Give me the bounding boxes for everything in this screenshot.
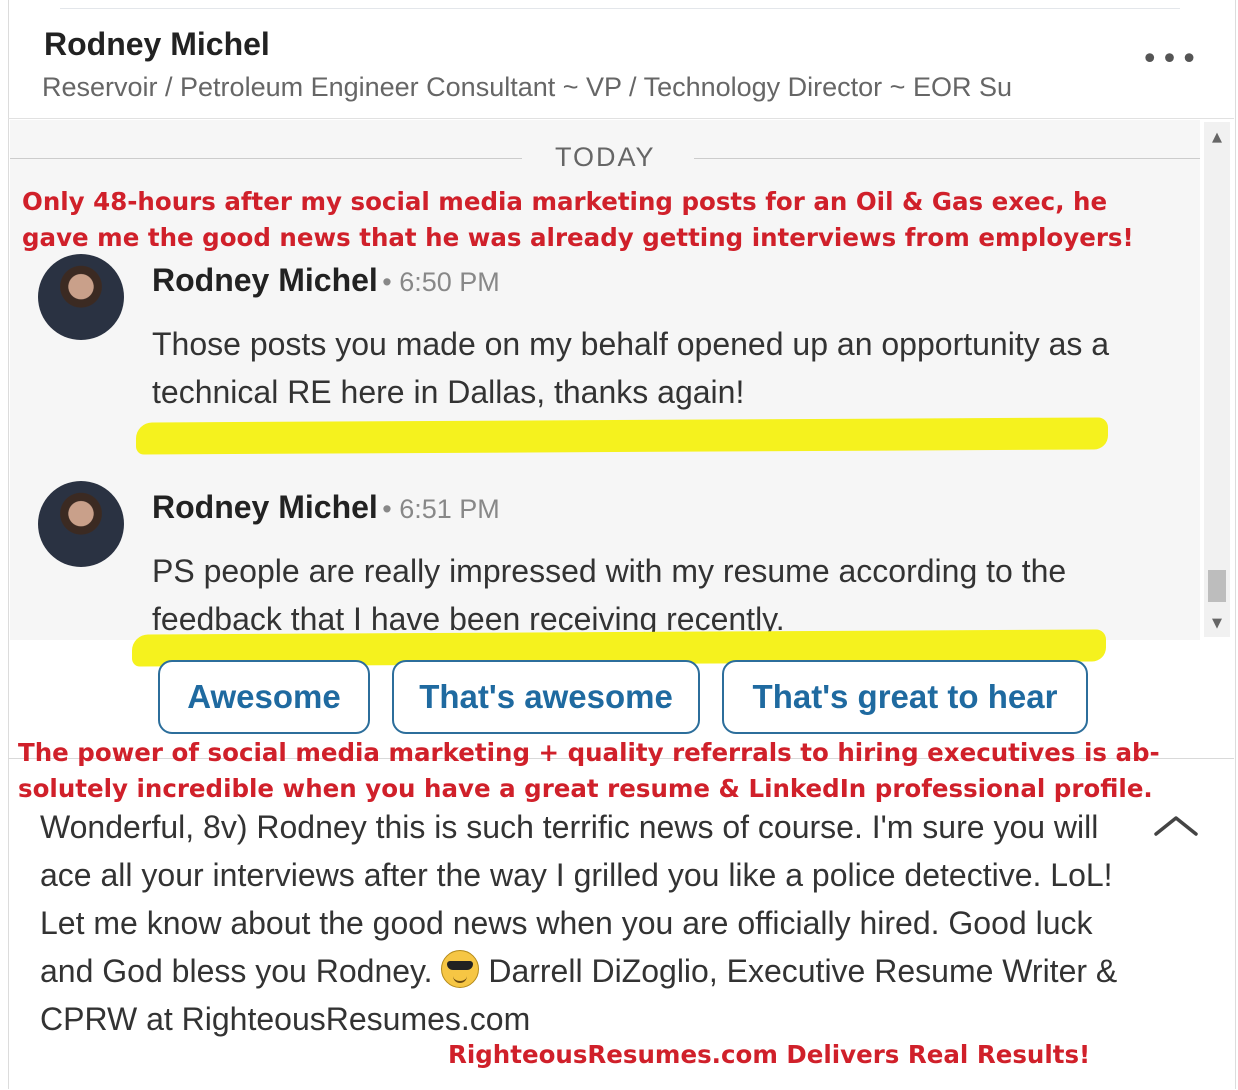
yellow-highlight-stroke — [136, 417, 1108, 455]
divider-line — [694, 158, 1200, 159]
smart-reply-awesome[interactable]: Awesome — [158, 660, 370, 734]
date-divider-label: TODAY — [555, 142, 656, 172]
message-timestamp: • 6:51 PM — [382, 494, 500, 524]
sunglasses-emoji-icon — [441, 950, 480, 988]
ellipsis-icon[interactable]: ••• — [1141, 42, 1200, 77]
smart-reply-thats-awesome[interactable]: That's awesome — [392, 660, 700, 734]
divider-line — [10, 158, 522, 159]
scroll-down-arrow-icon[interactable]: ▼ — [1212, 616, 1222, 631]
annotation-top-line1: Only 48-hours after my social media mark… — [22, 187, 1108, 216]
sender-name[interactable]: Rodney Michel — [152, 262, 378, 298]
scroll-thumb[interactable] — [1208, 570, 1226, 602]
message-text: PS people are really impressed with my r… — [152, 553, 1067, 637]
avatar[interactable] — [38, 254, 124, 340]
scroll-up-arrow-icon[interactable]: ▲ — [1212, 130, 1222, 145]
avatar[interactable] — [38, 481, 124, 567]
annotation-middle: The power of social media marketing + qu… — [18, 735, 1160, 807]
message-sender-line: Rodney Michel • 6:50 PM — [152, 262, 500, 299]
annotation-bottom: RighteousResumes.com Delivers Real Resul… — [448, 1040, 1091, 1069]
contact-name[interactable]: Rodney Michel — [44, 26, 270, 63]
smart-reply-thats-great-to-hear[interactable]: That's great to hear — [722, 660, 1088, 734]
message-timestamp: • 6:50 PM — [382, 267, 500, 297]
annotation-middle-line2: solutely incredible when you have a grea… — [18, 774, 1153, 803]
message-text: Those posts you made on my behalf opened… — [152, 326, 1110, 410]
chevron-up-icon[interactable] — [1152, 810, 1200, 840]
thread-scrollbar[interactable]: ▲ ▼ — [1204, 122, 1230, 637]
compose-message-text[interactable]: Wonderful, 8v) Rodney this is such terri… — [40, 803, 1120, 1043]
smart-replies: Awesome That's awesome That's great to h… — [0, 660, 1238, 740]
annotation-middle-line1: The power of social media marketing + qu… — [18, 738, 1160, 767]
date-divider: TODAY — [10, 140, 1200, 176]
annotation-top-line2: gave me the good news that he was alread… — [22, 223, 1134, 252]
message-sender-line: Rodney Michel • 6:51 PM — [152, 489, 500, 526]
sender-name[interactable]: Rodney Michel — [152, 489, 378, 525]
top-border — [60, 0, 1180, 9]
contact-headline: Reservoir / Petroleum Engineer Consultan… — [42, 72, 1012, 102]
conversation-header: Rodney Michel Reservoir / Petroleum Engi… — [8, 14, 1234, 119]
annotation-top: Only 48-hours after my social media mark… — [22, 184, 1134, 256]
